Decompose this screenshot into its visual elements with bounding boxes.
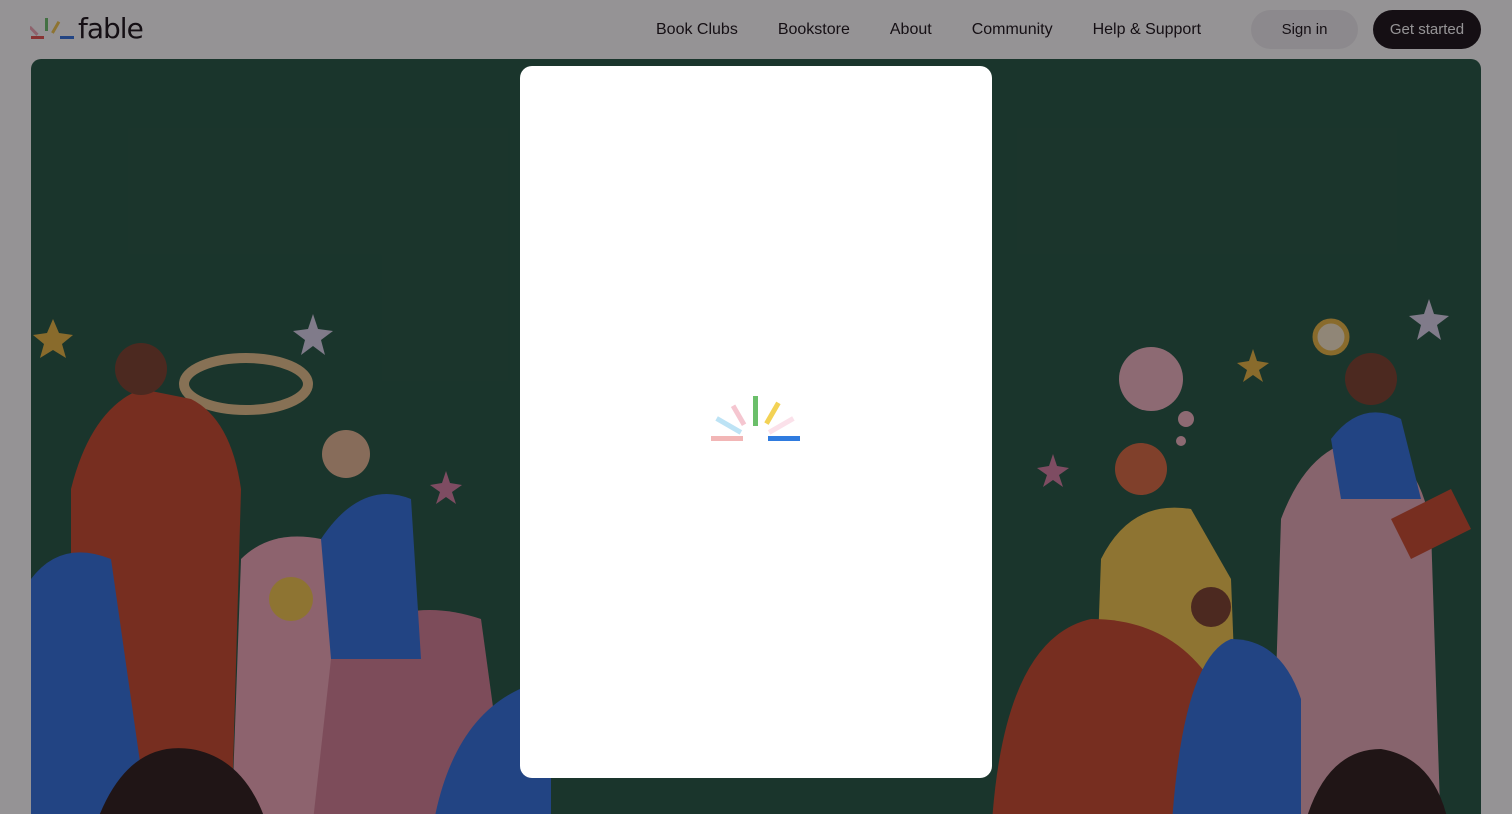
page: fable Book Clubs Bookstore About Communi… xyxy=(0,0,1512,814)
loading-modal xyxy=(520,66,992,778)
fable-loading-spinner-icon xyxy=(711,396,800,441)
